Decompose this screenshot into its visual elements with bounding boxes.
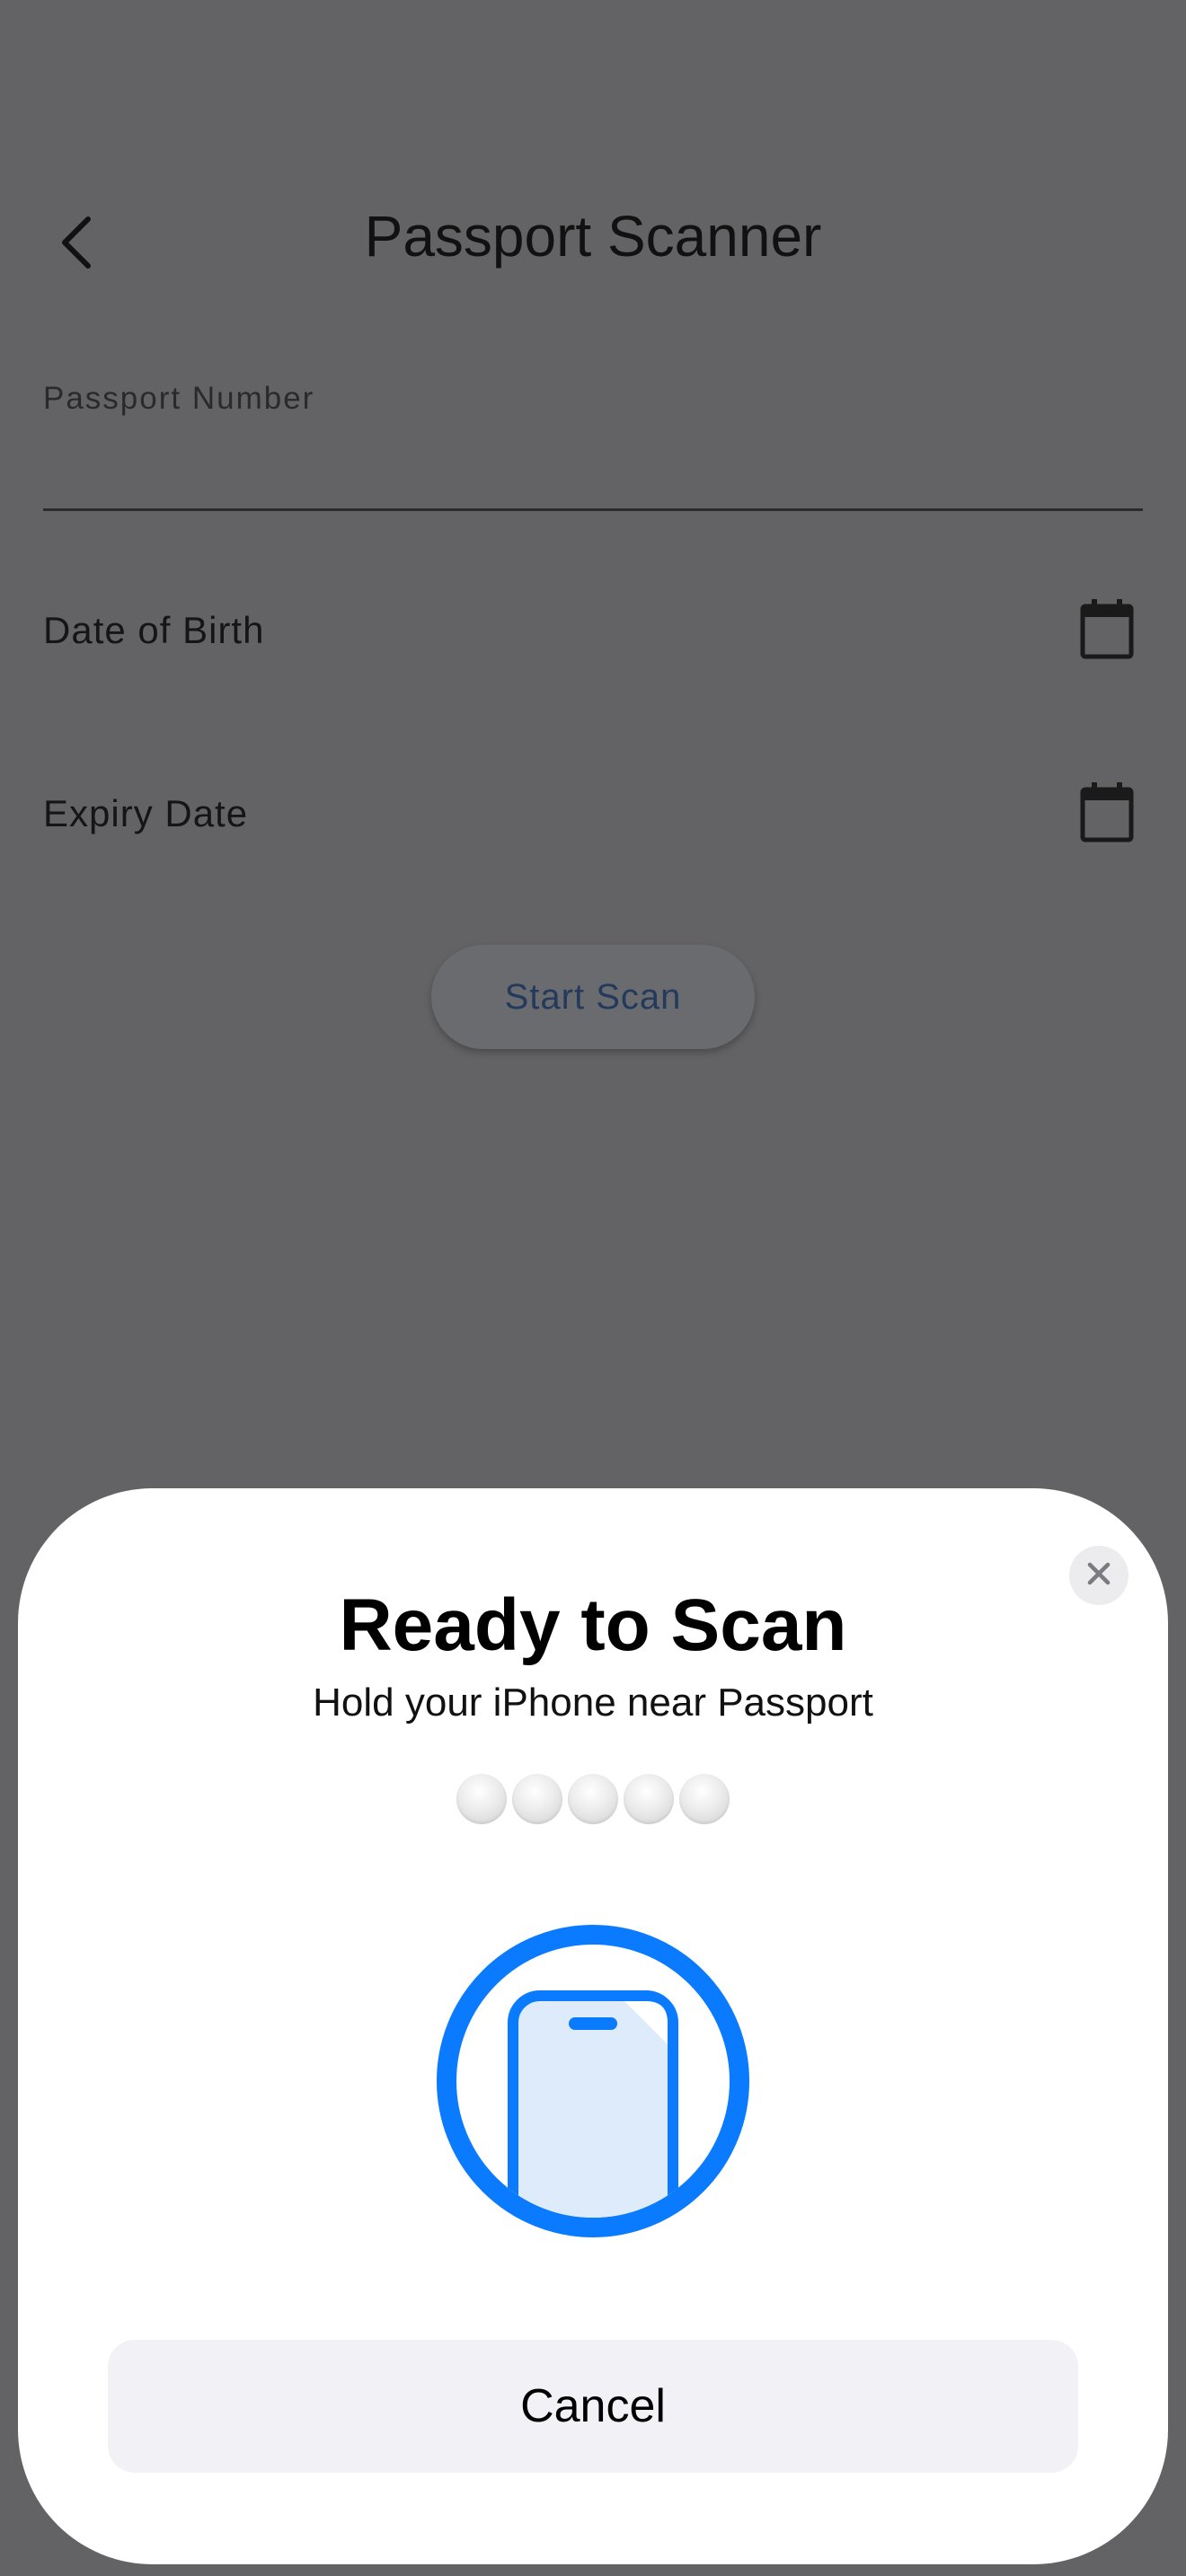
- date-of-birth-label: Date of Birth: [43, 609, 265, 651]
- phone-nfc-icon: [436, 1924, 750, 2238]
- expiry-date-label: Expiry Date: [43, 792, 249, 834]
- progress-dot: [624, 1774, 674, 1824]
- page-title: Passport Scanner: [364, 204, 822, 269]
- progress-dot: [679, 1774, 730, 1824]
- passport-number-label: Passport Number: [43, 381, 315, 416]
- sheet-subtitle: Hold your iPhone near Passport: [313, 1681, 873, 1725]
- dob-calendar-button[interactable]: [1071, 595, 1143, 666]
- sheet-title: Ready to Scan: [339, 1584, 847, 1666]
- expiry-calendar-button[interactable]: [1071, 778, 1143, 850]
- progress-dot: [456, 1774, 507, 1824]
- cancel-button[interactable]: Cancel: [108, 2340, 1078, 2473]
- start-scan-button[interactable]: Start Scan: [431, 945, 755, 1049]
- progress-dot: [568, 1774, 618, 1824]
- expiry-date-row[interactable]: Expiry Date: [43, 769, 1143, 859]
- progress-dot: [512, 1774, 562, 1824]
- date-of-birth-row[interactable]: Date of Birth: [43, 586, 1143, 675]
- progress-dots: [18, 1774, 1168, 1824]
- calendar-icon: [1079, 781, 1135, 848]
- calendar-icon: [1079, 597, 1135, 665]
- passport-number-input[interactable]: [43, 422, 1143, 511]
- nfc-scan-sheet: Ready to Scan Hold your iPhone near Pass…: [18, 1488, 1168, 2564]
